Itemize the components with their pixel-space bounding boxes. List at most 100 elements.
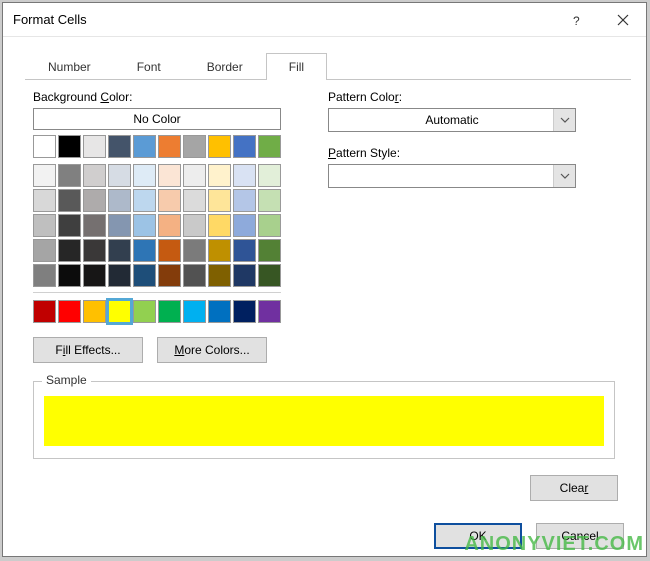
format-cells-dialog: Format Cells ? Number Font Border Fill B… <box>2 2 647 557</box>
color-swatch[interactable] <box>58 135 81 158</box>
color-swatch[interactable] <box>108 264 131 287</box>
color-swatch[interactable] <box>133 164 156 187</box>
color-swatch[interactable] <box>258 164 281 187</box>
svg-text:?: ? <box>573 14 580 27</box>
color-swatch[interactable] <box>258 239 281 262</box>
color-swatch[interactable] <box>233 135 256 158</box>
color-swatch[interactable] <box>233 164 256 187</box>
tab-border[interactable]: Border <box>184 53 266 80</box>
color-swatch[interactable] <box>208 300 231 323</box>
color-swatch[interactable] <box>183 189 206 212</box>
color-swatch[interactable] <box>133 300 156 323</box>
clear-button[interactable]: Clear <box>530 475 618 501</box>
color-swatch[interactable] <box>133 214 156 237</box>
color-swatch[interactable] <box>183 239 206 262</box>
color-swatch[interactable] <box>208 239 231 262</box>
color-swatch[interactable] <box>58 214 81 237</box>
color-swatch[interactable] <box>133 135 156 158</box>
color-swatch[interactable] <box>33 189 56 212</box>
color-swatch[interactable] <box>233 189 256 212</box>
color-swatch[interactable] <box>233 264 256 287</box>
clear-row: Clear <box>33 475 626 501</box>
dialog-buttons: OK Cancel <box>33 523 626 549</box>
columns: Background Color: No Color Fill Effects.… <box>33 90 626 363</box>
tab-number[interactable]: Number <box>25 53 114 80</box>
color-swatch[interactable] <box>158 264 181 287</box>
color-swatch[interactable] <box>83 300 106 323</box>
color-swatch[interactable] <box>58 300 81 323</box>
color-swatch[interactable] <box>158 135 181 158</box>
color-swatch[interactable] <box>133 189 156 212</box>
color-swatch[interactable] <box>83 264 106 287</box>
color-swatch[interactable] <box>108 189 131 212</box>
help-button[interactable]: ? <box>554 3 600 37</box>
color-swatch[interactable] <box>208 189 231 212</box>
color-swatch[interactable] <box>108 214 131 237</box>
close-button[interactable] <box>600 3 646 37</box>
theme-shades-grid <box>33 164 283 287</box>
color-swatch[interactable] <box>233 239 256 262</box>
color-swatch[interactable] <box>183 264 206 287</box>
color-swatch[interactable] <box>158 214 181 237</box>
dropdown-arrow <box>553 165 575 187</box>
pattern-style-dropdown[interactable] <box>328 164 576 188</box>
color-swatch[interactable] <box>33 300 56 323</box>
color-swatch[interactable] <box>158 239 181 262</box>
color-swatch[interactable] <box>208 264 231 287</box>
color-swatch[interactable] <box>258 300 281 323</box>
help-icon: ? <box>572 13 582 27</box>
tab-font[interactable]: Font <box>114 53 184 80</box>
background-color-label: Background Color: <box>33 90 283 104</box>
color-swatch[interactable] <box>83 189 106 212</box>
color-swatch[interactable] <box>108 300 131 323</box>
color-swatch[interactable] <box>258 214 281 237</box>
theme-colors-row <box>33 135 283 158</box>
color-swatch[interactable] <box>158 300 181 323</box>
color-swatch[interactable] <box>183 300 206 323</box>
sample-group: Sample <box>33 381 615 459</box>
more-colors-button[interactable]: More Colors... <box>157 337 267 363</box>
fill-effects-button[interactable]: Fill Effects... <box>33 337 143 363</box>
color-swatch[interactable] <box>208 164 231 187</box>
color-swatch[interactable] <box>183 135 206 158</box>
right-column: Pattern Color: Automatic Pattern Style: <box>328 90 576 363</box>
color-swatch[interactable] <box>108 239 131 262</box>
color-swatch[interactable] <box>233 214 256 237</box>
color-swatch[interactable] <box>58 189 81 212</box>
color-swatch[interactable] <box>108 135 131 158</box>
color-swatch[interactable] <box>33 135 56 158</box>
color-swatch[interactable] <box>58 164 81 187</box>
pattern-style-label: Pattern Style: <box>328 146 576 160</box>
color-swatch[interactable] <box>258 189 281 212</box>
color-swatch[interactable] <box>208 135 231 158</box>
color-swatch[interactable] <box>158 164 181 187</box>
chevron-down-icon <box>560 117 570 123</box>
color-swatch[interactable] <box>183 214 206 237</box>
pattern-color-dropdown[interactable]: Automatic <box>328 108 576 132</box>
color-swatch[interactable] <box>158 189 181 212</box>
cancel-button[interactable]: Cancel <box>536 523 624 549</box>
color-swatch[interactable] <box>83 239 106 262</box>
color-swatch[interactable] <box>83 135 106 158</box>
color-swatch[interactable] <box>83 164 106 187</box>
color-swatch[interactable] <box>133 264 156 287</box>
color-swatch[interactable] <box>133 239 156 262</box>
tab-fill[interactable]: Fill <box>266 53 327 80</box>
chevron-down-icon <box>560 173 570 179</box>
color-swatch[interactable] <box>208 214 231 237</box>
no-color-button[interactable]: No Color <box>33 108 281 130</box>
color-swatch[interactable] <box>33 264 56 287</box>
color-swatch[interactable] <box>83 214 106 237</box>
color-swatch[interactable] <box>58 264 81 287</box>
ok-button[interactable]: OK <box>434 523 522 549</box>
color-swatch[interactable] <box>33 214 56 237</box>
color-swatch[interactable] <box>108 164 131 187</box>
color-swatch[interactable] <box>258 135 281 158</box>
color-swatch[interactable] <box>58 239 81 262</box>
color-swatch[interactable] <box>258 264 281 287</box>
close-icon <box>617 14 629 26</box>
color-swatch[interactable] <box>33 239 56 262</box>
color-swatch[interactable] <box>183 164 206 187</box>
color-swatch[interactable] <box>233 300 256 323</box>
color-swatch[interactable] <box>33 164 56 187</box>
